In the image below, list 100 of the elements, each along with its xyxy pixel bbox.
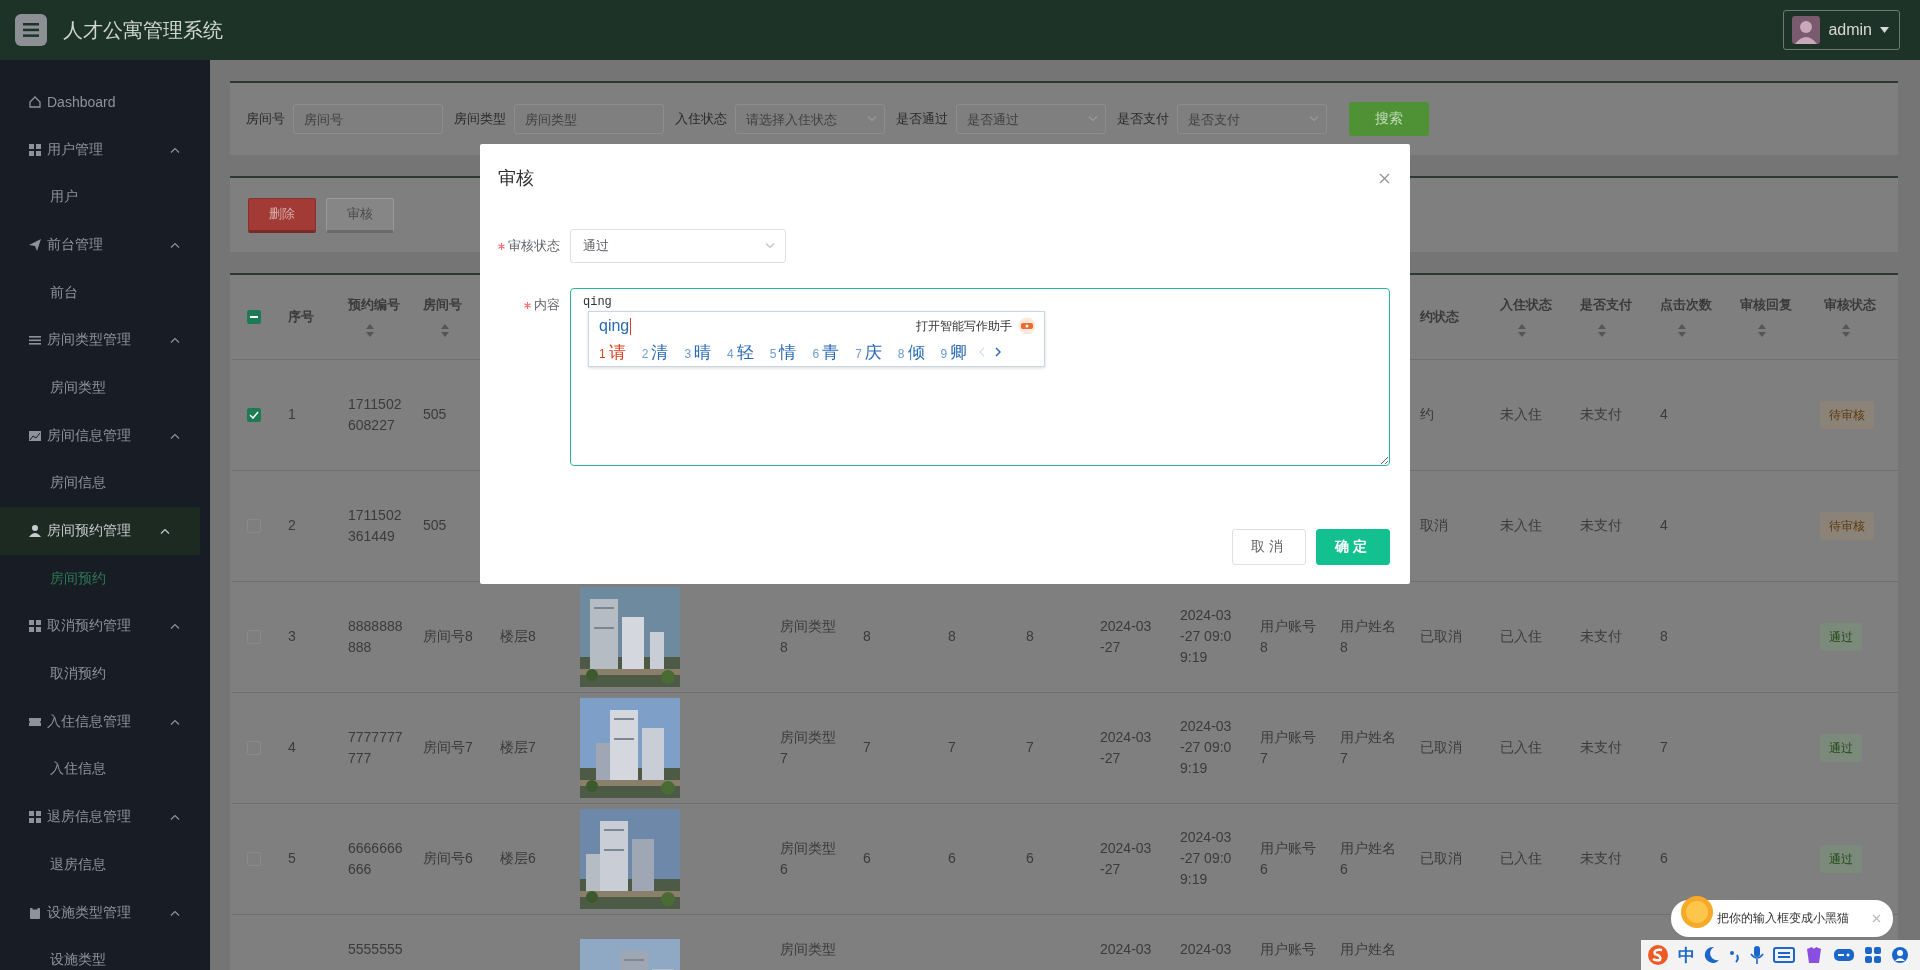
composition-text: qing (599, 317, 632, 335)
input-field[interactable]: 房间类型 (514, 104, 664, 134)
sidebar-item[interactable]: 设施类型管理 (0, 888, 210, 937)
logo-icon[interactable] (1647, 944, 1669, 966)
table-cell-text: 8 (863, 627, 872, 646)
sidebar-item[interactable]: 用户管理 (0, 125, 210, 174)
table-cell-text: 已取消 (1420, 849, 1463, 868)
cancel-button[interactable]: 取消 (1232, 529, 1306, 565)
filter-label: 是否通过 (896, 110, 948, 128)
user-menu[interactable]: admin (1783, 10, 1900, 50)
sort-icon[interactable] (441, 324, 449, 338)
candidate-item[interactable]: 5 情 (769, 340, 797, 364)
input-mode-toggle[interactable]: 中 (1678, 943, 1695, 967)
table-cell-text: 2 (288, 516, 297, 535)
table-cell-text: 未支付 (1580, 738, 1623, 757)
sidebar-item[interactable]: 房间预约管理 (0, 507, 200, 555)
candidate-item[interactable]: 9 卿 (940, 340, 968, 364)
table-cell-text: 6 (1660, 849, 1669, 868)
table-cell-text: 用户姓名7 (1340, 727, 1397, 768)
table-cell-text: 2024-03-27 09:09:19 (1180, 606, 1233, 667)
sort-icon[interactable] (1758, 324, 1766, 338)
status-tag: 通过 (1820, 622, 1862, 651)
next-icon[interactable] (995, 347, 1002, 357)
sidebar-subitem[interactable]: 房间信息 (0, 459, 210, 508)
shirt-icon[interactable] (1804, 945, 1824, 965)
sidebar-subitem[interactable]: 退房信息 (0, 841, 210, 889)
sort-icon[interactable] (1842, 324, 1850, 338)
column-header: 预约编号 (348, 296, 401, 315)
keyboard-icon[interactable] (1773, 947, 1795, 963)
sidebar-subitem[interactable]: 取消预约 (0, 650, 210, 698)
candidate-item[interactable]: 8 倾 (897, 340, 925, 364)
sidebar-subitem[interactable]: 设施类型 (0, 936, 210, 970)
image-icon (28, 428, 42, 443)
sidebar-item[interactable]: 入住信息管理 (0, 697, 210, 746)
status-tag: 待审核 (1820, 400, 1874, 429)
candidate-item[interactable]: 1 请 (599, 340, 626, 364)
table-cell-text: 已取消 (1420, 627, 1463, 646)
candidate-item[interactable]: 4 轻 (727, 340, 754, 364)
table-cell-text: 未入住 (1500, 516, 1543, 535)
candidate-item[interactable]: 2 清 (641, 340, 669, 364)
menu-icon (23, 23, 39, 37)
select-field[interactable]: 是否支付 (1177, 104, 1327, 134)
select-field[interactable]: 请选择入住状态 (735, 104, 885, 134)
filter-label: 是否支付 (1117, 110, 1169, 128)
moon-icon[interactable] (1704, 946, 1720, 964)
grid-icon (28, 142, 42, 157)
app-title: 人才公寓管理系统 (63, 17, 223, 43)
dialog-title: 审核 (498, 167, 534, 190)
menu-button[interactable] (15, 14, 47, 46)
table-cell-text: 房间类型6 (780, 838, 837, 879)
select-field[interactable]: 是否通过 (956, 104, 1106, 134)
table-cell-text: 8 (1026, 627, 1035, 646)
column-header: 审核回复 (1740, 296, 1793, 315)
sidebar-subitem[interactable]: 前台 (0, 268, 210, 317)
status-tag: 待审核 (1820, 511, 1874, 540)
table-cell-text: 房间类型 (780, 939, 837, 959)
person-icon[interactable] (1891, 946, 1909, 964)
table-cell-text: 2024-03-27 (1100, 838, 1153, 879)
sort-icon[interactable] (1518, 324, 1526, 338)
microphone-icon[interactable] (1750, 945, 1764, 965)
table-cell-text: 6 (1026, 849, 1035, 868)
grid-icon[interactable] (1864, 946, 1882, 964)
sidebar-subitem[interactable]: 用户 (0, 173, 210, 222)
sort-icon[interactable] (1598, 324, 1606, 338)
sidebar-item[interactable]: 房间类型管理 (0, 316, 210, 365)
checkbox[interactable] (247, 309, 261, 324)
table-cell-text: 用户姓名 (1340, 939, 1397, 959)
sidebar-item[interactable]: Dashboard (0, 78, 210, 126)
table-cell-text: 已入住 (1500, 849, 1543, 868)
table-cell-text: 未支付 (1580, 627, 1623, 646)
sort-icon[interactable] (1678, 324, 1686, 338)
select-field[interactable]: 通过 (570, 229, 786, 263)
candidate-item[interactable]: 3 晴 (684, 340, 712, 364)
table-cell-text: 4 (288, 738, 297, 757)
action-button[interactable]: 删除 (248, 197, 316, 233)
table-cell-text: 4 (1660, 405, 1669, 424)
sidebar-subitem[interactable]: 房间类型 (0, 364, 210, 412)
table-cell-text: 3 (288, 627, 297, 646)
table-cell-text: 未支付 (1580, 405, 1623, 424)
table-cell-text: 用户账号7 (1260, 727, 1317, 768)
sidebar-item[interactable]: 房间信息管理 (0, 411, 210, 460)
sidebar-item[interactable]: 退房信息管理 (0, 793, 210, 841)
candidate-item[interactable]: 6 青 (812, 340, 840, 364)
close-icon[interactable] (1379, 172, 1390, 184)
table-cell-text: 房间号8 (423, 627, 474, 646)
checkbox[interactable] (247, 407, 261, 422)
sidebar-item[interactable]: 取消预约管理 (0, 602, 210, 651)
sidebar-item[interactable]: 前台管理 (0, 221, 210, 269)
column-header: 审核状态 (1824, 296, 1877, 315)
sidebar-subitem[interactable]: 入住信息 (0, 745, 210, 794)
table-cell-text: 用户账号6 (1260, 838, 1317, 879)
candidate-item[interactable]: 7 庆 (855, 340, 882, 364)
input-field[interactable]: 房间号 (293, 104, 443, 134)
table-cell-text: 房间号7 (423, 738, 474, 757)
sort-icon[interactable] (366, 324, 374, 338)
tip-text: 把你的输入框变成小黑猫 (1717, 910, 1849, 927)
table-cell-text: 2024-03 (1180, 939, 1233, 959)
sidebar-subitem[interactable]: 房间预约 (0, 554, 210, 603)
assistant-link[interactable]: 打开智能写作助手 (916, 317, 1012, 335)
close-icon[interactable] (1872, 914, 1881, 923)
